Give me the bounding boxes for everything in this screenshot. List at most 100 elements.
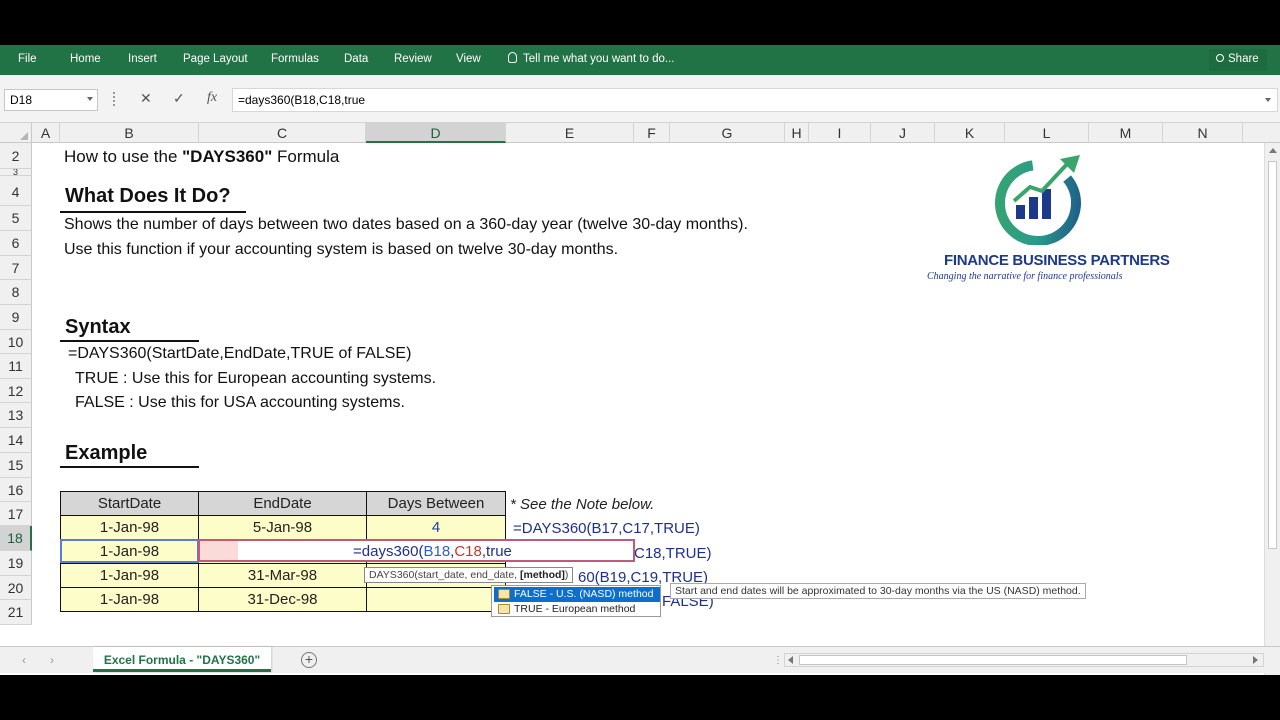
scroll-right-icon[interactable]: [1253, 656, 1258, 664]
table-header-enddate[interactable]: EndDate: [198, 491, 367, 516]
tell-me-text: Tell me what you want to do...: [523, 53, 675, 65]
tab-home[interactable]: Home: [70, 53, 101, 65]
col-header-c[interactable]: C: [199, 123, 366, 143]
cancel-icon[interactable]: ✕: [140, 90, 152, 107]
row-header-2[interactable]: 2: [0, 143, 32, 169]
grip-icon: [113, 92, 116, 106]
row-header-11[interactable]: 11: [0, 354, 32, 379]
col-header-i[interactable]: I: [809, 123, 871, 143]
cell-c20[interactable]: 31-Dec-98: [198, 587, 367, 612]
row-header-14[interactable]: 14: [0, 428, 32, 453]
heading-underline: [60, 211, 246, 213]
syntax-line: =DAYS360(StartDate,EndDate,TRUE of FALSE…: [68, 345, 412, 362]
cell-d20[interactable]: [366, 587, 506, 612]
expand-icon[interactable]: [1265, 98, 1271, 102]
sheet-tab-bar: ‹ › Excel Formula - "DAYS360" + ⋮: [0, 646, 1280, 673]
row-header-19[interactable]: 19: [0, 551, 32, 576]
cell-d17[interactable]: 4: [366, 515, 506, 540]
col-header-k[interactable]: K: [935, 123, 1005, 143]
row-header-6[interactable]: 6: [0, 231, 32, 256]
tab-review[interactable]: Review: [394, 53, 432, 65]
row-header-8[interactable]: 8: [0, 280, 32, 305]
row-header-9[interactable]: 9: [0, 305, 32, 330]
row-header-13[interactable]: 13: [0, 403, 32, 428]
splitter-handle[interactable]: ⋮: [773, 655, 784, 666]
horizontal-scrollbar[interactable]: [784, 653, 1264, 667]
formula-text-e17: =DAYS360(B17,C17,TRUE): [513, 520, 700, 537]
row-header-10[interactable]: 10: [0, 330, 32, 354]
lightbulb-icon: [508, 52, 517, 63]
name-box[interactable]: D18: [4, 89, 98, 111]
chevron-down-icon[interactable]: [87, 97, 93, 101]
range-highlight-b18: [60, 539, 199, 563]
scroll-left-icon[interactable]: [788, 656, 793, 664]
vertical-scrollbar[interactable]: [1264, 143, 1280, 675]
tab-data[interactable]: Data: [344, 53, 368, 65]
logo-name: FINANCE BUSINESS PARTNERS: [944, 252, 1170, 269]
tab-file[interactable]: File: [18, 53, 37, 65]
table-header-days-between[interactable]: Days Between: [366, 491, 506, 516]
in-cell-formula[interactable]: =days360(B18,C18,true: [353, 543, 512, 560]
row-header-17[interactable]: 17: [0, 502, 32, 526]
col-header-l[interactable]: L: [1005, 123, 1089, 143]
formula-text-e18: C18,TRUE): [634, 545, 712, 562]
cell-c19[interactable]: 31-Mar-98: [198, 563, 367, 588]
horizontal-scroll-thumb[interactable]: [799, 655, 1187, 665]
scroll-up-icon[interactable]: [1269, 148, 1277, 153]
col-header-e[interactable]: E: [506, 123, 634, 143]
share-button[interactable]: Share: [1209, 49, 1267, 71]
tell-me-box[interactable]: Tell me what you want to do...: [508, 52, 675, 65]
row-header-21[interactable]: 21: [0, 600, 32, 625]
heading-what-does-it-do: What Does It Do?: [65, 185, 231, 207]
row-header-16[interactable]: 16: [0, 478, 32, 502]
row-header-20[interactable]: 20: [0, 576, 32, 600]
col-header-n[interactable]: N: [1163, 123, 1243, 143]
add-sheet-icon[interactable]: +: [301, 652, 317, 668]
option-icon: [498, 604, 510, 614]
cell-b17[interactable]: 1-Jan-98: [60, 515, 199, 540]
row-header-7[interactable]: 7: [0, 256, 32, 280]
option-false-nasd[interactable]: FALSE - U.S. (NASD) method: [494, 587, 660, 602]
enter-icon[interactable]: ✓: [173, 90, 185, 107]
row-header-12[interactable]: 12: [0, 379, 32, 403]
sheet-tab-days360[interactable]: Excel Formula - "DAYS360": [93, 647, 271, 672]
row-header-3[interactable]: 3: [0, 169, 32, 176]
col-header-j[interactable]: J: [871, 123, 935, 143]
col-header-b[interactable]: B: [60, 123, 199, 143]
vertical-scroll-thumb[interactable]: [1268, 161, 1277, 549]
name-box-value: D18: [10, 93, 33, 107]
option-true-european[interactable]: TRUE - European method: [494, 602, 660, 617]
fx-icon[interactable]: fx: [207, 90, 217, 106]
row-header-4[interactable]: 4: [0, 176, 32, 206]
row-header-18[interactable]: 18: [0, 526, 32, 551]
true-line: TRUE : Use this for European accounting …: [75, 370, 437, 387]
tab-view[interactable]: View: [456, 53, 481, 65]
col-header-a[interactable]: A: [32, 123, 60, 143]
autocomplete-dropdown: FALSE - U.S. (NASD) method TRUE - Europe…: [491, 585, 661, 617]
col-header-h[interactable]: H: [785, 123, 809, 143]
description-line-2: Use this function if your accounting sys…: [64, 241, 619, 258]
option-description-tooltip: Start and end dates will be approximated…: [670, 583, 1086, 599]
chevron-right-icon[interactable]: ›: [50, 653, 54, 667]
tab-formulas[interactable]: Formulas: [271, 53, 319, 65]
table-header-startdate[interactable]: StartDate: [60, 491, 199, 516]
chevron-left-icon[interactable]: ‹: [22, 653, 26, 667]
tab-page-layout[interactable]: Page Layout: [183, 53, 248, 65]
col-header-m[interactable]: M: [1089, 123, 1163, 143]
row-header-5[interactable]: 5: [0, 206, 32, 231]
col-header-d[interactable]: D: [366, 123, 506, 143]
formula-input[interactable]: =days360(B18,C18,true: [232, 88, 1278, 112]
row-header-15[interactable]: 15: [0, 453, 32, 478]
column-headers: A B C D E F G H I J K L M N: [0, 123, 1280, 143]
cell-c17[interactable]: 5-Jan-98: [198, 515, 367, 540]
col-header-f[interactable]: F: [634, 123, 670, 143]
cell-b20[interactable]: 1-Jan-98: [60, 587, 199, 612]
select-all-button[interactable]: [0, 123, 32, 143]
cell-b19[interactable]: 1-Jan-98: [60, 563, 199, 588]
option-icon: [498, 589, 510, 599]
tab-insert[interactable]: Insert: [128, 53, 157, 65]
page-title: How to use the "DAYS360" Formula: [64, 147, 340, 166]
range-highlight-c18: [200, 541, 238, 560]
ribbon: File Home Insert Page Layout Formulas Da…: [0, 45, 1280, 75]
col-header-g[interactable]: G: [670, 123, 785, 143]
